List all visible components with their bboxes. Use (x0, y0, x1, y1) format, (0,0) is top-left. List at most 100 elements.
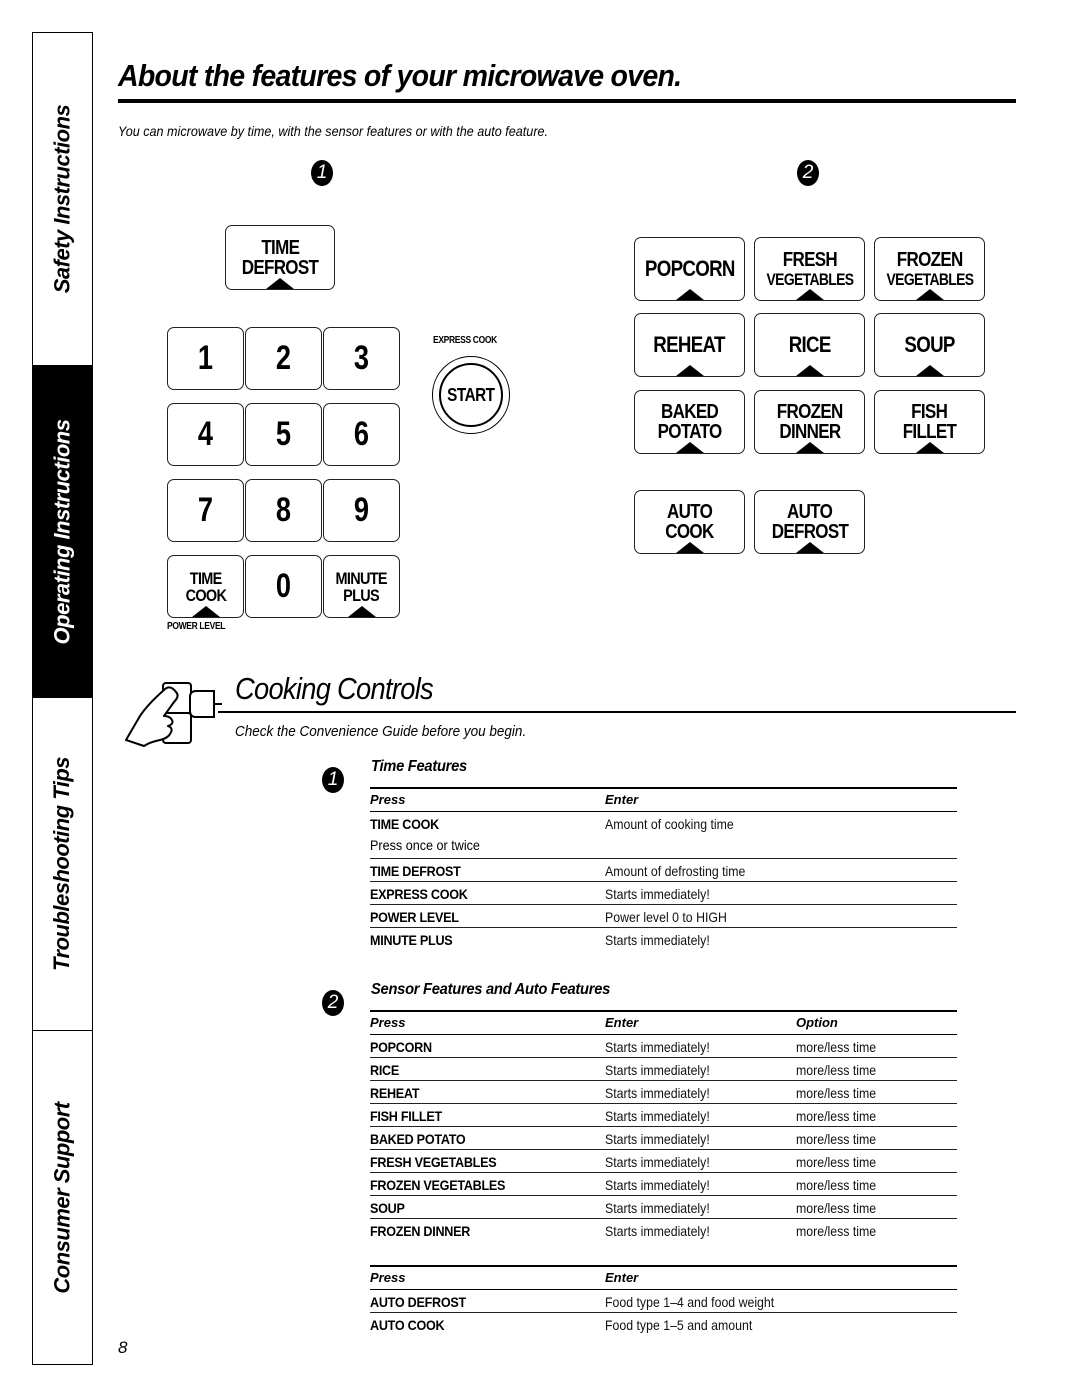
time-defrost-key[interactable]: TIME DEFROST (225, 225, 335, 290)
column-header: Option (796, 1015, 838, 1030)
enter-cell: Power level 0 to HIGH (605, 909, 727, 925)
press-cell: FRESH VEGETABLES (370, 1154, 497, 1170)
key-label: FISH (911, 401, 948, 423)
number-badge-2: 2 (322, 990, 344, 1016)
press-cell: TIME COOK (370, 816, 439, 832)
column-header: Press (370, 1015, 406, 1030)
digit-key-6[interactable]: 6 (323, 403, 400, 466)
key-label: SOUP (904, 332, 955, 357)
cooking-controls-title: Cooking Controls (235, 671, 434, 706)
indicator-triangle-icon (915, 289, 944, 300)
digit-key-9[interactable]: 9 (323, 479, 400, 542)
indicator-triangle-icon (795, 442, 824, 453)
key-label: DINNER (778, 421, 841, 443)
key-label: AUTO (666, 501, 713, 523)
press-cell: RICE (370, 1062, 400, 1078)
key-label: 0 (275, 567, 292, 605)
frozen-vegetables-key[interactable]: FROZEN VEGETABLES (874, 237, 985, 301)
key-label: 8 (275, 491, 292, 529)
enter-cell: Starts immediately! (605, 932, 710, 948)
digit-key-7[interactable]: 7 (167, 479, 244, 542)
start-button[interactable]: START (432, 356, 510, 434)
digit-key-8[interactable]: 8 (245, 479, 322, 542)
cooking-controls-subtitle: Check the Convenience Guide before you b… (235, 723, 527, 740)
page-title: About the features of your microwave ove… (118, 58, 682, 93)
sidebar-tab-troubleshooting-tips[interactable]: Troubleshooting Tips (33, 698, 92, 1031)
key-label: FRESH (782, 249, 837, 271)
enter-cell: Starts immediately! (605, 1200, 710, 1216)
key-label: BAKED (660, 401, 719, 423)
indicator-triangle-icon (191, 606, 220, 617)
key-label: FROZEN (776, 401, 843, 423)
popcorn-key[interactable]: POPCORN (634, 237, 745, 301)
table-row: EXPRESS COOK Starts immediately! (370, 882, 957, 905)
table-header: Press Enter (370, 1265, 957, 1290)
number-badge-1: 1 (311, 160, 333, 186)
frozen-dinner-key[interactable]: FROZEN DINNER (754, 390, 865, 454)
option-cell: more/less time (796, 1177, 877, 1193)
key-label: DEFROST (241, 256, 319, 279)
table-row: TIME DEFROST Amount of defrosting time (370, 859, 957, 882)
press-cell: REHEAT (370, 1085, 420, 1101)
sidebar-tab-consumer-support[interactable]: Consumer Support (33, 1031, 92, 1364)
number-badge-2: 2 (797, 160, 819, 186)
fish-fillet-key[interactable]: FISH FILLET (874, 390, 985, 454)
indicator-triangle-icon (347, 606, 376, 617)
key-label: 4 (197, 415, 214, 453)
key-label: PLUS (343, 585, 381, 605)
sidebar-tab-safety-instructions[interactable]: Safety Instructions (33, 33, 92, 366)
auto-cook-key[interactable]: AUTO COOK (634, 490, 745, 554)
fresh-vegetables-key[interactable]: FRESH VEGETABLES (754, 237, 865, 301)
baked-potato-key[interactable]: BAKED POTATO (634, 390, 745, 454)
indicator-triangle-icon (266, 278, 294, 289)
option-cell: more/less time (796, 1131, 877, 1147)
column-header: Enter (605, 1015, 639, 1030)
key-label: TIME (189, 568, 222, 588)
key-label: VEGETABLES (886, 270, 974, 289)
minute-plus-key[interactable]: MINUTE PLUS (323, 555, 400, 618)
time-cook-key[interactable]: TIME COOK (167, 555, 244, 618)
key-label: FROZEN (896, 249, 963, 271)
hand-pressing-button-icon (125, 682, 222, 747)
option-cell: more/less time (796, 1062, 877, 1078)
key-label: 5 (275, 415, 292, 453)
enter-cell: Starts immediately! (605, 1108, 710, 1124)
option-cell: more/less time (796, 1108, 877, 1124)
table-row: MINUTE PLUS Starts immediately! (370, 928, 957, 951)
sidebar-tab-operating-instructions[interactable]: Operating Instructions (33, 366, 92, 698)
option-cell: more/less time (796, 1039, 877, 1055)
table-header: Press Enter (370, 787, 957, 812)
enter-cell: Starts immediately! (605, 1039, 710, 1055)
digit-key-5[interactable]: 5 (245, 403, 322, 466)
cooking-controls-divider (218, 711, 1016, 713)
press-cell: FROZEN DINNER (370, 1223, 471, 1239)
table-row: AUTO DEFROST Food type 1–4 and food weigh… (370, 1290, 957, 1313)
soup-key[interactable]: SOUP (874, 313, 985, 377)
column-header: Enter (605, 792, 639, 807)
indicator-triangle-icon (795, 289, 824, 300)
digit-key-0[interactable]: 0 (245, 555, 322, 618)
table-row: REHEAT Starts immediately! more/less time (370, 1081, 957, 1104)
enter-cell: Amount of cooking time (605, 816, 734, 832)
press-cell: SOUP (370, 1200, 405, 1216)
digit-key-1[interactable]: 1 (167, 327, 244, 390)
title-divider (118, 99, 1016, 103)
column-header: Enter (605, 1270, 639, 1285)
digit-key-4[interactable]: 4 (167, 403, 244, 466)
indicator-triangle-icon (915, 442, 944, 453)
digit-key-2[interactable]: 2 (245, 327, 322, 390)
digit-key-3[interactable]: 3 (323, 327, 400, 390)
press-cell: AUTO COOK (370, 1317, 445, 1333)
auto-features-table: Press Enter AUTO DEFROST Food type 1–4 an… (370, 1265, 957, 1336)
table-row: FISH FILLET Starts immediately! more/less … (370, 1104, 957, 1127)
rice-key[interactable]: RICE (754, 313, 865, 377)
time-features-table: Press Enter TIME COOK Press once or twice… (370, 787, 957, 951)
reheat-key[interactable]: REHEAT (634, 313, 745, 377)
key-label: AUTO (786, 501, 833, 523)
key-label: VEGETABLES (766, 270, 854, 289)
start-button-ring: START (439, 363, 503, 427)
enter-cell: Starts immediately! (605, 1085, 710, 1101)
intro-text: You can microwave by time, with the sens… (118, 123, 549, 139)
key-label: REHEAT (653, 332, 726, 357)
auto-defrost-key[interactable]: AUTO DEFROST (754, 490, 865, 554)
